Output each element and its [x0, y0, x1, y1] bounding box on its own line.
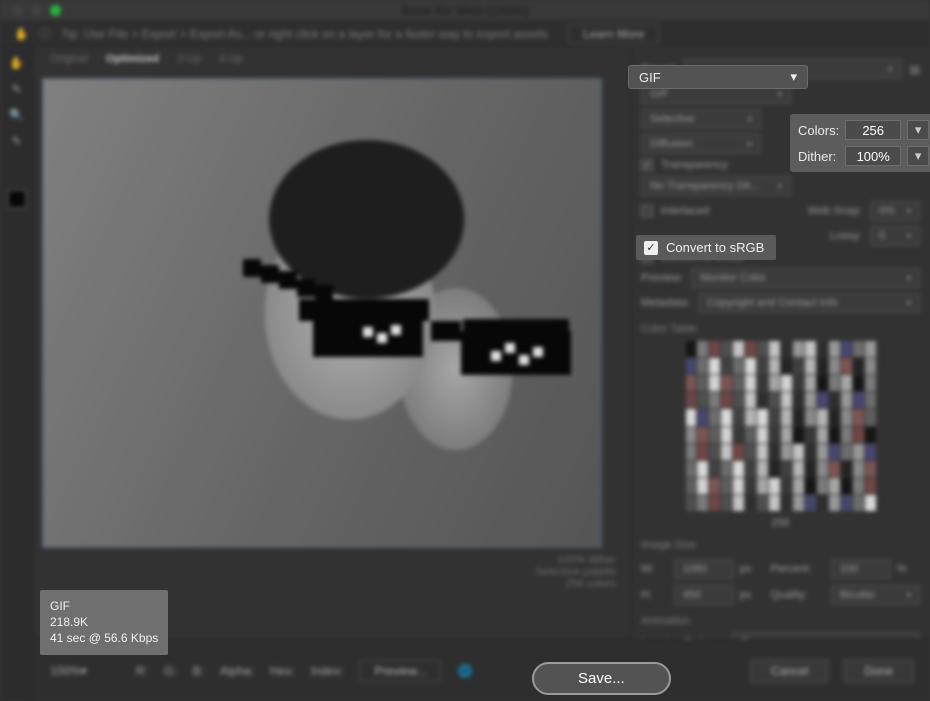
chevron-down-icon: ▾ [915, 148, 922, 164]
preview-button[interactable]: Preview... [359, 660, 441, 682]
preview-label: Preview: [641, 272, 683, 284]
tip-text: Tip: Use File > Export > Export As... or… [61, 27, 548, 41]
width-input[interactable]: 1080 [674, 559, 734, 579]
reduction-select[interactable]: Selective▾ [641, 109, 761, 129]
zoom-select[interactable]: 100%▾ [50, 664, 120, 678]
transparency-checkbox[interactable]: ✓ [641, 159, 653, 171]
colors-stepper[interactable]: ▾ [907, 120, 929, 140]
colors-label: Colors: [798, 123, 839, 138]
dither-alg-select[interactable]: Diffusion▾ [641, 134, 761, 154]
hand-icon: ✋ [14, 27, 29, 41]
colors-dither-callout: Colors: 256 ▾ Dither: 100% ▾ [790, 114, 930, 172]
color-table-count: 256 [641, 517, 920, 529]
websnap-select[interactable]: 0%▾ [870, 201, 920, 221]
lossy-input[interactable]: 0▾ [870, 226, 920, 246]
convert-srgb-callout: ✓ Convert to sRGB [636, 235, 776, 260]
chevron-down-icon: ▾ [790, 69, 797, 85]
matte-select[interactable]: No Transparency Dit...▾ [641, 176, 791, 196]
info-timing: 41 sec @ 56.6 Kbps [50, 630, 158, 646]
transparency-label: Transparency [661, 159, 728, 171]
left-tool-strip: ✋ ✎ 🔍 ✎ [0, 46, 34, 701]
chevron-down-icon: ▾ [888, 64, 893, 75]
info-icon: ⓘ [39, 25, 51, 42]
preview-dither-line: 100% dither [535, 554, 616, 566]
tip-strip: ✋ ⓘ Tip: Use File > Export > Export As..… [0, 22, 930, 46]
browser-icon[interactable]: 🌐 [457, 664, 472, 678]
metadata-label: Metadata: [641, 297, 690, 309]
preview-footer: 100% dither Selective palette 256 colors [38, 548, 626, 594]
window-titlebar: Save for Web (100%) [0, 0, 930, 22]
colors-input[interactable]: 256 [845, 120, 901, 140]
percent-input[interactable]: 100 [831, 559, 891, 579]
animation-heading: Animation [641, 615, 920, 627]
websnap-label: Web Snap: [808, 205, 862, 217]
done-button[interactable]: Done [843, 659, 914, 683]
tab-4up[interactable]: 4-Up [219, 53, 243, 65]
tab-original[interactable]: Original [50, 53, 88, 65]
zoom-tool-icon[interactable]: 🔍 [9, 108, 24, 122]
preview-colors-line: 256 colors [535, 578, 616, 590]
quality-select[interactable]: Bicubic▾ [831, 585, 920, 605]
dither-stepper[interactable]: ▾ [907, 146, 929, 166]
color-table[interactable] [686, 341, 876, 511]
interlaced-label: Interlaced [661, 205, 709, 217]
preset-menu-icon[interactable]: ▤ [910, 63, 920, 76]
eyedropper-tool-icon[interactable]: ✎ [11, 134, 21, 148]
cancel-button[interactable]: Cancel [750, 659, 829, 683]
save-button[interactable]: Save... [532, 662, 671, 695]
close-window-icon[interactable] [12, 5, 23, 16]
info-size: 218.9K [50, 614, 158, 630]
convert-srgb-label: Convert to sRGB [666, 240, 764, 255]
zoom-window-icon[interactable] [50, 5, 61, 16]
hand-tool-icon[interactable]: ✋ [9, 56, 24, 70]
slice-tool-icon[interactable]: ✎ [11, 82, 21, 96]
bottom-bar: 100%▾ R: G: B: Alpha: Hex: Index: Previe… [34, 639, 930, 701]
minimize-window-icon[interactable] [31, 5, 42, 16]
image-preview[interactable] [42, 78, 602, 548]
format-value: GIF [639, 70, 661, 85]
dither-label: Dither: [798, 149, 839, 164]
image-size-heading: Image Size [641, 539, 920, 551]
metadata-select[interactable]: Copyright and Contact Info▾ [698, 293, 920, 313]
dither-input[interactable]: 100% [845, 146, 901, 166]
lossy-label: Lossy: [830, 230, 862, 242]
preview-profile-select[interactable]: Monitor Color▾ [691, 268, 920, 288]
preview-palette-line: Selective palette [535, 566, 616, 578]
file-info-callout: GIF 218.9K 41 sec @ 56.6 Kbps [40, 590, 168, 655]
color-table-heading: Color Table [641, 323, 920, 335]
window-title: Save for Web (100%) [0, 3, 930, 18]
convert-srgb-checkbox[interactable]: ✓ [644, 241, 658, 255]
tab-2up[interactable]: 2-Up [177, 53, 201, 65]
height-input[interactable]: 450 [674, 585, 734, 605]
interlaced-checkbox[interactable] [641, 205, 653, 217]
format-select[interactable]: GIF ▾ [628, 65, 808, 89]
tab-optimized[interactable]: Optimized [106, 53, 159, 65]
chevron-down-icon: ▾ [915, 122, 922, 138]
learn-more-button[interactable]: Learn More [568, 24, 659, 44]
foreground-swatch[interactable] [8, 190, 26, 208]
info-format: GIF [50, 598, 158, 614]
preview-tabs: Original Optimized 2-Up 4-Up [34, 46, 630, 72]
